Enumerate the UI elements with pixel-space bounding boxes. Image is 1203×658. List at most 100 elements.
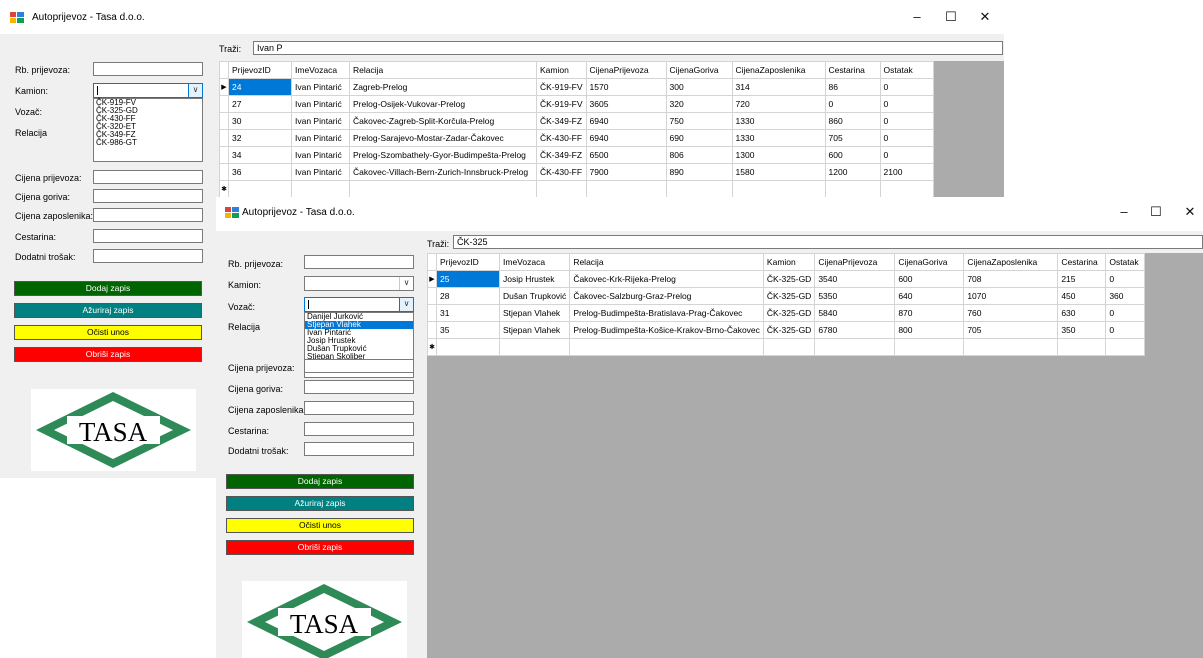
column-header[interactable]: Cestarina xyxy=(1057,253,1107,271)
table-cell[interactable]: 800 xyxy=(894,321,965,339)
table-cell[interactable]: 0 xyxy=(879,129,934,147)
minimize-button[interactable]: – xyxy=(906,7,928,27)
clear-input-button[interactable]: Očisti unos xyxy=(14,325,202,340)
column-header[interactable]: ImeVozaca xyxy=(498,253,571,271)
chevron-down-icon[interactable]: ∨ xyxy=(399,298,413,311)
row-header[interactable] xyxy=(427,321,437,339)
table-cell[interactable]: 30 xyxy=(228,112,292,130)
table-cell[interactable]: 1070 xyxy=(963,287,1059,305)
table-cell[interactable]: 870 xyxy=(894,304,965,322)
table-cell[interactable]: 760 xyxy=(963,304,1059,322)
rb-input[interactable] xyxy=(304,255,414,269)
vozac-combo[interactable]: ∨ xyxy=(304,297,414,312)
cijena-zaposlenika-input[interactable] xyxy=(93,208,203,222)
table-cell[interactable]: Prelog-Szombathely-Gyor-Budimpešta-Prelo… xyxy=(349,146,537,164)
table-cell[interactable]: ČK-349-FZ xyxy=(536,146,587,164)
table-cell[interactable]: 320 xyxy=(665,95,733,113)
table-cell[interactable]: 720 xyxy=(731,95,826,113)
table-cell[interactable]: 806 xyxy=(665,146,733,164)
update-record-button[interactable]: Ažuriraj zapis xyxy=(226,496,414,511)
column-header[interactable]: CijenaGoriva xyxy=(894,253,965,271)
maximize-button[interactable]: ☐ xyxy=(1145,202,1167,222)
table-cell[interactable]: Čakovec-Salzburg-Graz-Prelog xyxy=(569,287,764,305)
new-row[interactable]: ✱ xyxy=(427,338,1146,356)
clear-input-button[interactable]: Očisti unos xyxy=(226,518,414,533)
update-record-button[interactable]: Ažuriraj zapis xyxy=(14,303,202,318)
table-cell[interactable]: Ivan Pintarić xyxy=(291,129,350,147)
column-header[interactable]: Kamion xyxy=(536,61,587,79)
table-cell[interactable]: 6940 xyxy=(585,129,667,147)
table-cell[interactable]: 600 xyxy=(824,146,881,164)
cestarina-input[interactable] xyxy=(304,422,414,436)
table-cell[interactable]: 360 xyxy=(1105,287,1146,305)
add-record-button[interactable]: Dodaj zapis xyxy=(14,281,202,296)
table-cell[interactable]: 28 xyxy=(436,287,500,305)
column-header[interactable]: PrijevozID xyxy=(436,253,500,271)
column-header[interactable]: Relacija xyxy=(349,61,537,79)
table-cell[interactable]: ČK-349-FZ xyxy=(536,112,587,130)
column-header[interactable]: Relacija xyxy=(569,253,764,271)
kamion-option[interactable]: ČK-986-GT xyxy=(94,139,202,147)
table-cell[interactable]: Ivan Pintarić xyxy=(291,163,350,181)
column-header[interactable]: CijenaPrijevoza xyxy=(814,253,896,271)
table-cell[interactable]: 705 xyxy=(824,129,881,147)
table-cell[interactable]: 0 xyxy=(879,112,934,130)
column-header[interactable]: Ostatak xyxy=(1105,253,1146,271)
data-grid[interactable]: PrijevozID ImeVozaca Relacija Kamion Cij… xyxy=(219,61,1004,201)
search-input[interactable]: Ivan P xyxy=(253,41,1003,55)
table-cell[interactable]: 0 xyxy=(1105,270,1146,288)
row-header[interactable] xyxy=(219,95,229,113)
column-header[interactable]: CijenaZaposlenika xyxy=(963,253,1059,271)
table-cell[interactable]: Prelog-Osijek-Vukovar-Prelog xyxy=(349,95,537,113)
table-cell[interactable]: 35 xyxy=(436,321,500,339)
table-cell[interactable]: Stjepan Vlahek xyxy=(498,304,571,322)
table-row[interactable]: 36 Ivan Pintarić Čakovec-Villach-Bern-Zu… xyxy=(219,163,934,181)
table-cell[interactable]: 6500 xyxy=(585,146,667,164)
table-cell[interactable]: 450 xyxy=(1057,287,1107,305)
cestarina-input[interactable] xyxy=(93,229,203,243)
table-cell[interactable]: 32 xyxy=(228,129,292,147)
table-cell[interactable]: ČK-919-FV xyxy=(536,95,587,113)
table-row[interactable]: 30 Ivan Pintarić Čakovec-Zagreb-Split-Ko… xyxy=(219,112,934,130)
table-row[interactable]: ▶ 25 Josip Hrustek Čakovec-Krk-Rijeka-Pr… xyxy=(427,270,1146,288)
table-cell[interactable]: 0 xyxy=(1105,304,1146,322)
table-cell[interactable]: 0 xyxy=(1105,321,1146,339)
table-cell[interactable]: ČK-919-FV xyxy=(536,78,587,96)
chevron-down-icon[interactable]: ∨ xyxy=(188,84,202,97)
table-cell[interactable]: 630 xyxy=(1057,304,1107,322)
table-cell[interactable]: 86 xyxy=(824,78,881,96)
table-cell[interactable]: 1200 xyxy=(824,163,881,181)
table-cell[interactable]: Josip Hrustek xyxy=(498,270,571,288)
table-cell[interactable]: 6780 xyxy=(814,321,896,339)
rb-input[interactable] xyxy=(93,62,203,76)
dodatni-trosak-input[interactable] xyxy=(304,442,414,456)
table-cell[interactable]: 705 xyxy=(963,321,1059,339)
table-cell[interactable]: 3605 xyxy=(585,95,667,113)
table-cell[interactable]: 1570 xyxy=(585,78,667,96)
search-input[interactable]: ČK-325 xyxy=(453,235,1203,249)
table-cell[interactable]: 600 xyxy=(894,270,965,288)
table-cell[interactable]: 2100 xyxy=(879,163,934,181)
table-cell[interactable]: 890 xyxy=(665,163,733,181)
table-cell[interactable]: Čakovec-Zagreb-Split-Korčula-Prelog xyxy=(349,112,537,130)
table-cell[interactable]: Stjepan Vlahek xyxy=(498,321,571,339)
table-cell[interactable]: 1580 xyxy=(731,163,826,181)
minimize-button[interactable]: – xyxy=(1113,202,1135,222)
table-cell[interactable]: 25 xyxy=(436,270,500,288)
row-header[interactable] xyxy=(427,287,437,305)
delete-record-button[interactable]: Obriši zapis xyxy=(226,540,414,555)
cijena-prijevoza-input[interactable] xyxy=(304,359,414,373)
kamion-combo[interactable]: ∨ xyxy=(93,83,203,98)
table-row[interactable]: 28 Dušan Trupković Čakovec-Salzburg-Graz… xyxy=(427,287,1146,305)
table-cell[interactable]: 0 xyxy=(879,95,934,113)
table-cell[interactable]: Prelog-Sarajevo-Mostar-Zadar-Čakovec xyxy=(349,129,537,147)
row-header[interactable] xyxy=(219,163,229,181)
table-cell[interactable]: 860 xyxy=(824,112,881,130)
add-record-button[interactable]: Dodaj zapis xyxy=(226,474,414,489)
column-header[interactable]: PrijevozID xyxy=(228,61,292,79)
table-cell[interactable]: 708 xyxy=(963,270,1059,288)
table-cell[interactable]: 1330 xyxy=(731,112,826,130)
new-row[interactable]: ✱ xyxy=(219,180,934,198)
table-cell[interactable]: 36 xyxy=(228,163,292,181)
table-cell[interactable]: 640 xyxy=(894,287,965,305)
